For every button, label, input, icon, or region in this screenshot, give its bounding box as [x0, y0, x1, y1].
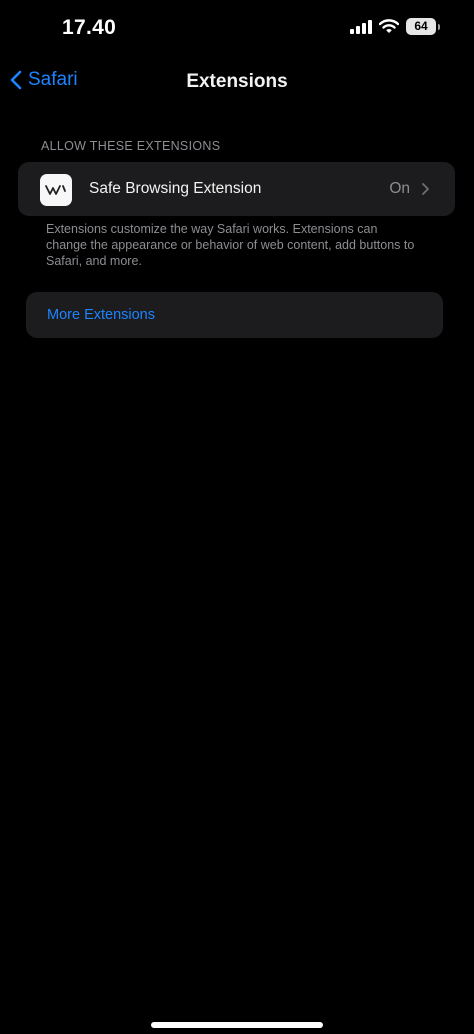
battery-icon: 64: [406, 18, 440, 35]
section-header: ALLOW THESE EXTENSIONS: [41, 139, 221, 153]
status-icons: 64: [350, 18, 440, 35]
extension-status: On: [389, 180, 410, 197]
more-extensions-label: More Extensions: [47, 307, 155, 323]
more-extensions-button[interactable]: More Extensions: [26, 292, 443, 338]
safe-browsing-app-icon: [40, 174, 72, 206]
page-title: Extensions: [186, 71, 288, 92]
status-bar: 17.40 64: [0, 0, 474, 60]
cellular-signal-icon: [350, 19, 372, 34]
wifi-icon: [379, 19, 399, 33]
extension-label: Safe Browsing Extension: [89, 180, 262, 197]
extension-row-safe-browsing[interactable]: Safe Browsing Extension On: [18, 162, 455, 216]
chevron-right-icon: [422, 183, 429, 195]
home-indicator[interactable]: [151, 1022, 323, 1028]
status-time: 17.40: [62, 16, 117, 39]
navigation-bar: Safari Extensions: [0, 60, 474, 104]
extensions-group: Safe Browsing Extension On: [18, 162, 455, 216]
section-footer: Extensions customize the way Safari work…: [46, 222, 415, 268]
